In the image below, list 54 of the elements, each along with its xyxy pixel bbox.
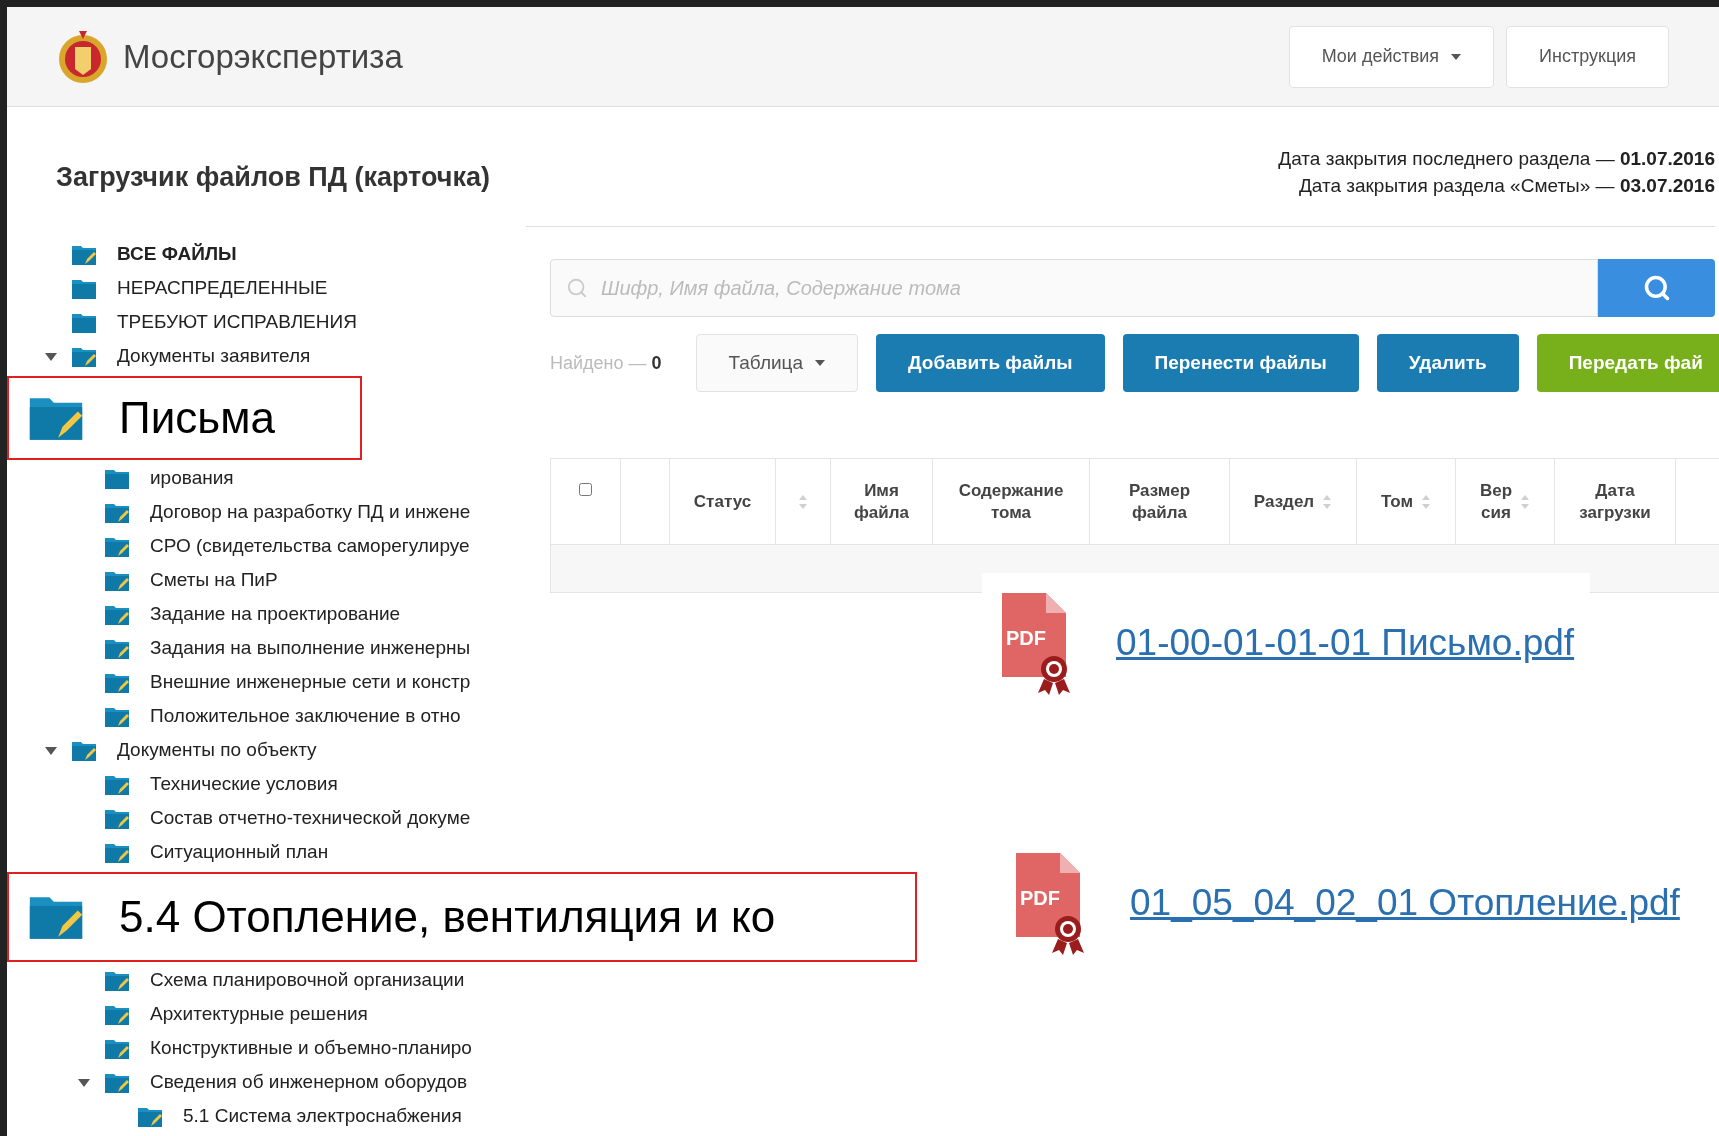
file-link[interactable]: 01-00-01-01-01 Письмо.pdf — [1116, 615, 1575, 671]
tree-item[interactable]: Сметы на ПиР — [150, 566, 278, 595]
file-link[interactable]: 01_05_04_02_01 Отопление.pdf — [1130, 875, 1680, 931]
column-header[interactable]: Имя файла — [853, 479, 909, 524]
action-button[interactable]: Перенести файлы — [1122, 334, 1359, 392]
action-button[interactable]: Удалить — [1376, 334, 1519, 392]
search-icon — [566, 277, 588, 299]
column-header[interactable]: Раздел — [1253, 490, 1315, 513]
column-header[interactable]: Том — [1380, 490, 1414, 513]
tree-item[interactable]: ВСЕ ФАЙЛЫ — [117, 240, 237, 269]
column-header[interactable]: Размер файла — [1128, 479, 1191, 524]
found-count: Найдено — 0 — [550, 351, 662, 375]
callout-text: Письма — [119, 391, 275, 444]
tree-item[interactable]: Задание на проектирование — [150, 600, 401, 629]
deadline-text: Дата закрытия последнего раздела — 01.07.2016 — [1278, 147, 1715, 171]
search-field[interactable]: Шифр, Имя файла, Содержание тома — [550, 259, 1598, 317]
caret-icon — [1451, 53, 1462, 60]
action-button[interactable]: Добавить файлы — [876, 334, 1105, 392]
tree-item[interactable]: Договор на разработку ПД и инжене — [150, 498, 471, 527]
tree-item[interactable]: ирования — [150, 464, 234, 493]
brand-name: Мосгорэкспертиза — [123, 36, 403, 77]
tree-item[interactable]: НЕРАСПРЕДЕЛЕННЫЕ — [117, 274, 328, 303]
tree-item[interactable]: Архитектурные решения — [150, 1000, 368, 1029]
select-all-checkbox[interactable] — [578, 483, 593, 496]
caret-down-icon[interactable] — [45, 351, 57, 362]
tree-item[interactable]: Состав отчетно-технической докуме — [150, 804, 471, 833]
tree-item[interactable]: Документы заявителя — [117, 342, 311, 371]
tree-item[interactable]: 5.1 Система электроснабжения — [183, 1102, 462, 1131]
tree-item[interactable]: Внешние инженерные сети и констр — [150, 668, 471, 697]
tree-item[interactable]: Ситуационный план — [150, 838, 329, 867]
header-button[interactable]: Мои действия — [1288, 25, 1495, 88]
tree-item[interactable]: ТРЕБУЮТ ИСПРАВЛЕНИЯ — [117, 308, 357, 337]
search-icon — [1642, 274, 1671, 302]
column-header[interactable]: Содержание тома — [958, 479, 1064, 524]
column-header[interactable]: Вер сия — [1479, 479, 1513, 524]
tree-item[interactable]: Положительное заключение в отно — [150, 702, 461, 731]
page-title: Загрузчик файлов ПД (карточка) — [56, 161, 491, 194]
tree-item[interactable]: Документы по объекту — [117, 736, 317, 765]
tree-item[interactable]: Технические условия — [150, 770, 338, 799]
column-header[interactable]: Статус — [693, 490, 752, 513]
callout-text: 5.4 Отопление, вентиляция и ко — [119, 890, 776, 943]
tree-item[interactable]: Конструктивные и объемно-планиро — [150, 1034, 472, 1063]
deadline-text: Дата закрытия раздела «Сметы» — 03.07.2016 — [1298, 174, 1715, 198]
caret-down-icon[interactable] — [45, 745, 57, 756]
caret-icon — [815, 360, 826, 366]
header-button[interactable]: Инструкция — [1506, 25, 1669, 88]
tree-item[interactable]: Схема планировочной организации — [150, 966, 465, 995]
search-button[interactable] — [1598, 259, 1715, 317]
tree-item[interactable]: Задания на выполнение инженерны — [150, 634, 471, 663]
caret-down-icon[interactable] — [78, 1077, 90, 1088]
tree-item[interactable]: Сведения об инженерном оборудов — [150, 1068, 468, 1097]
tree-item[interactable]: СРО (свидетельства саморегулируе — [150, 532, 470, 561]
column-header[interactable]: Дата загрузки — [1579, 479, 1651, 524]
view-select[interactable]: Таблица — [695, 334, 859, 392]
